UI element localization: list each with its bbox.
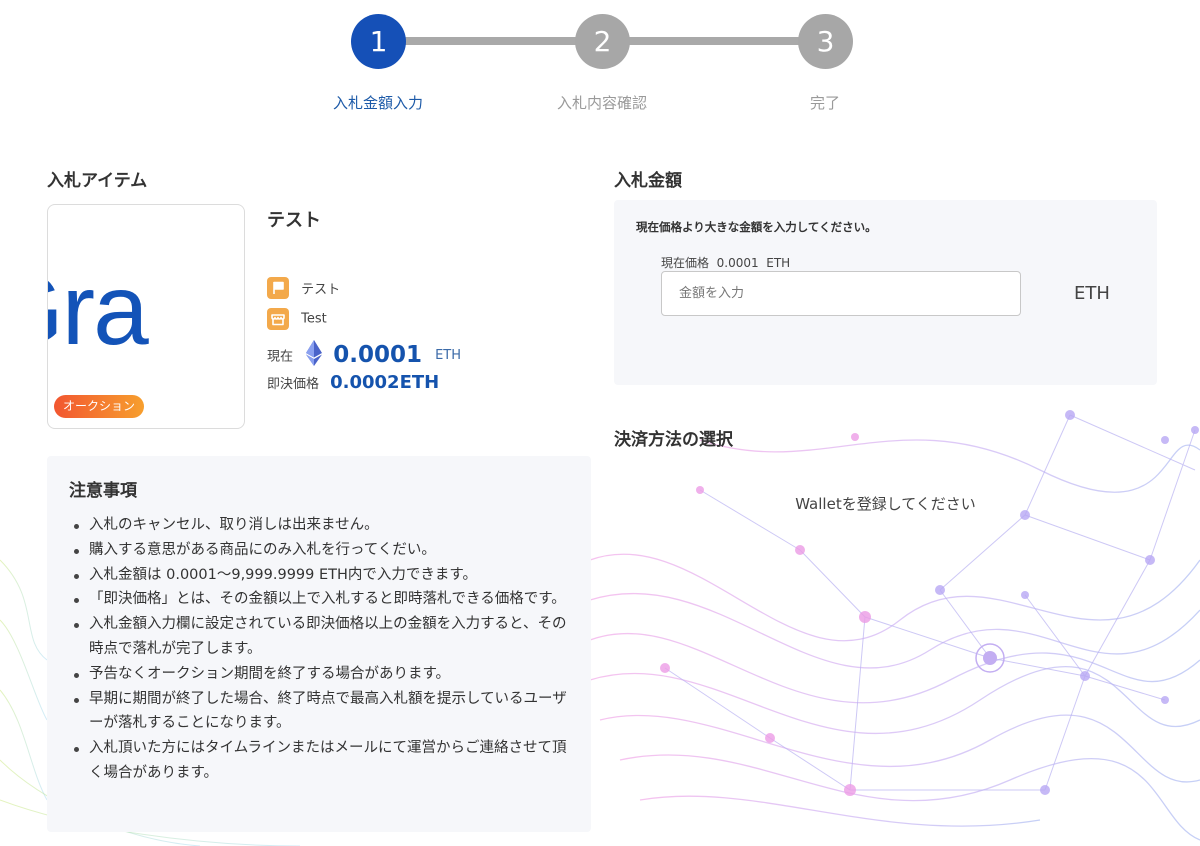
bid-amount-panel: 現在価格より大きな金額を入力してください。 現在価格 0.0001 ETH ET…	[614, 200, 1157, 385]
bid-unit-label: ETH	[1074, 283, 1110, 304]
current-price-value: 0.0001	[333, 342, 422, 368]
notes-panel: 注意事項 入札のキャンセル、取り消しは出来ません。 購入する意思がある商品にのみ…	[47, 456, 591, 832]
item-category-text: テスト	[301, 282, 341, 298]
item-logo-text: Gra	[48, 254, 149, 366]
note-item: 入札頂いた方にはタイムラインまたはメールにて運営からご連絡させて頂く場合がありま…	[69, 736, 569, 786]
note-item: 予告なくオークション期間を終了する場合があります。	[69, 662, 569, 687]
note-item: 入札金額入力欄に設定されている即決価格以上の金額を入力すると、その時点で落札が完…	[69, 612, 569, 662]
wallet-register-message[interactable]: Walletを登録してください	[614, 493, 1157, 514]
item-shop-row: Test	[267, 308, 327, 330]
note-item: 入札金額は 0.0001〜9,999.9999 ETH内で入力できます。	[69, 563, 569, 588]
buy-now-price-value: 0.0002ETH	[330, 372, 440, 393]
step-3-label: 完了	[809, 94, 840, 112]
stepper-connector-2	[628, 37, 808, 45]
auction-badge: オークション	[54, 395, 145, 418]
notes-list: 入札のキャンセル、取り消しは出来ません。 購入する意思がある商品にのみ入札を行っ…	[69, 513, 569, 786]
buy-now-price-label: 即決価格	[267, 377, 320, 392]
bid-current-price: 現在価格 0.0001 ETH	[661, 256, 791, 270]
step-1-circle: 1	[351, 14, 406, 69]
item-section-title: 入札アイテム	[47, 171, 148, 191]
payment-section-title: 決済方法の選択	[614, 430, 733, 450]
bid-amount-input[interactable]	[661, 271, 1021, 316]
step-1-label: 入札金額入力	[332, 94, 423, 112]
note-item: 購入する意思がある商品にのみ入札を行ってくだい。	[69, 538, 569, 563]
item-image[interactable]: Gra オークション	[47, 204, 245, 429]
item-name: テスト	[267, 210, 321, 231]
current-price-row: 現在 0.0001 ETH	[267, 340, 461, 370]
stepper-connector-1	[405, 37, 585, 45]
ethereum-icon	[306, 340, 323, 370]
buy-now-price-row: 即決価格 0.0002ETH	[267, 372, 439, 393]
step-2-label: 入札内容確認	[556, 94, 647, 112]
notes-title: 注意事項	[69, 481, 137, 501]
item-category-row: テスト	[267, 277, 340, 299]
note-item: 早期に期間が終了した場合、終了時点で最高入札額を提示しているユーザーが落札するこ…	[69, 687, 569, 737]
step-3-circle: 3	[798, 14, 853, 69]
flag-icon	[267, 277, 289, 299]
bid-hint-text: 現在価格より大きな金額を入力してください。	[636, 220, 877, 234]
item-shop-text: Test	[301, 311, 327, 327]
current-price-unit: ETH	[435, 347, 461, 363]
bid-section-title: 入札金額	[614, 171, 682, 191]
note-item: 「即決価格」とは、その金額以上で入札すると即時落札できる価格です。	[69, 587, 569, 612]
note-item: 入札のキャンセル、取り消しは出来ません。	[69, 513, 569, 538]
shop-icon	[267, 308, 289, 330]
step-2-circle: 2	[575, 14, 630, 69]
current-price-label: 現在	[267, 349, 294, 365]
